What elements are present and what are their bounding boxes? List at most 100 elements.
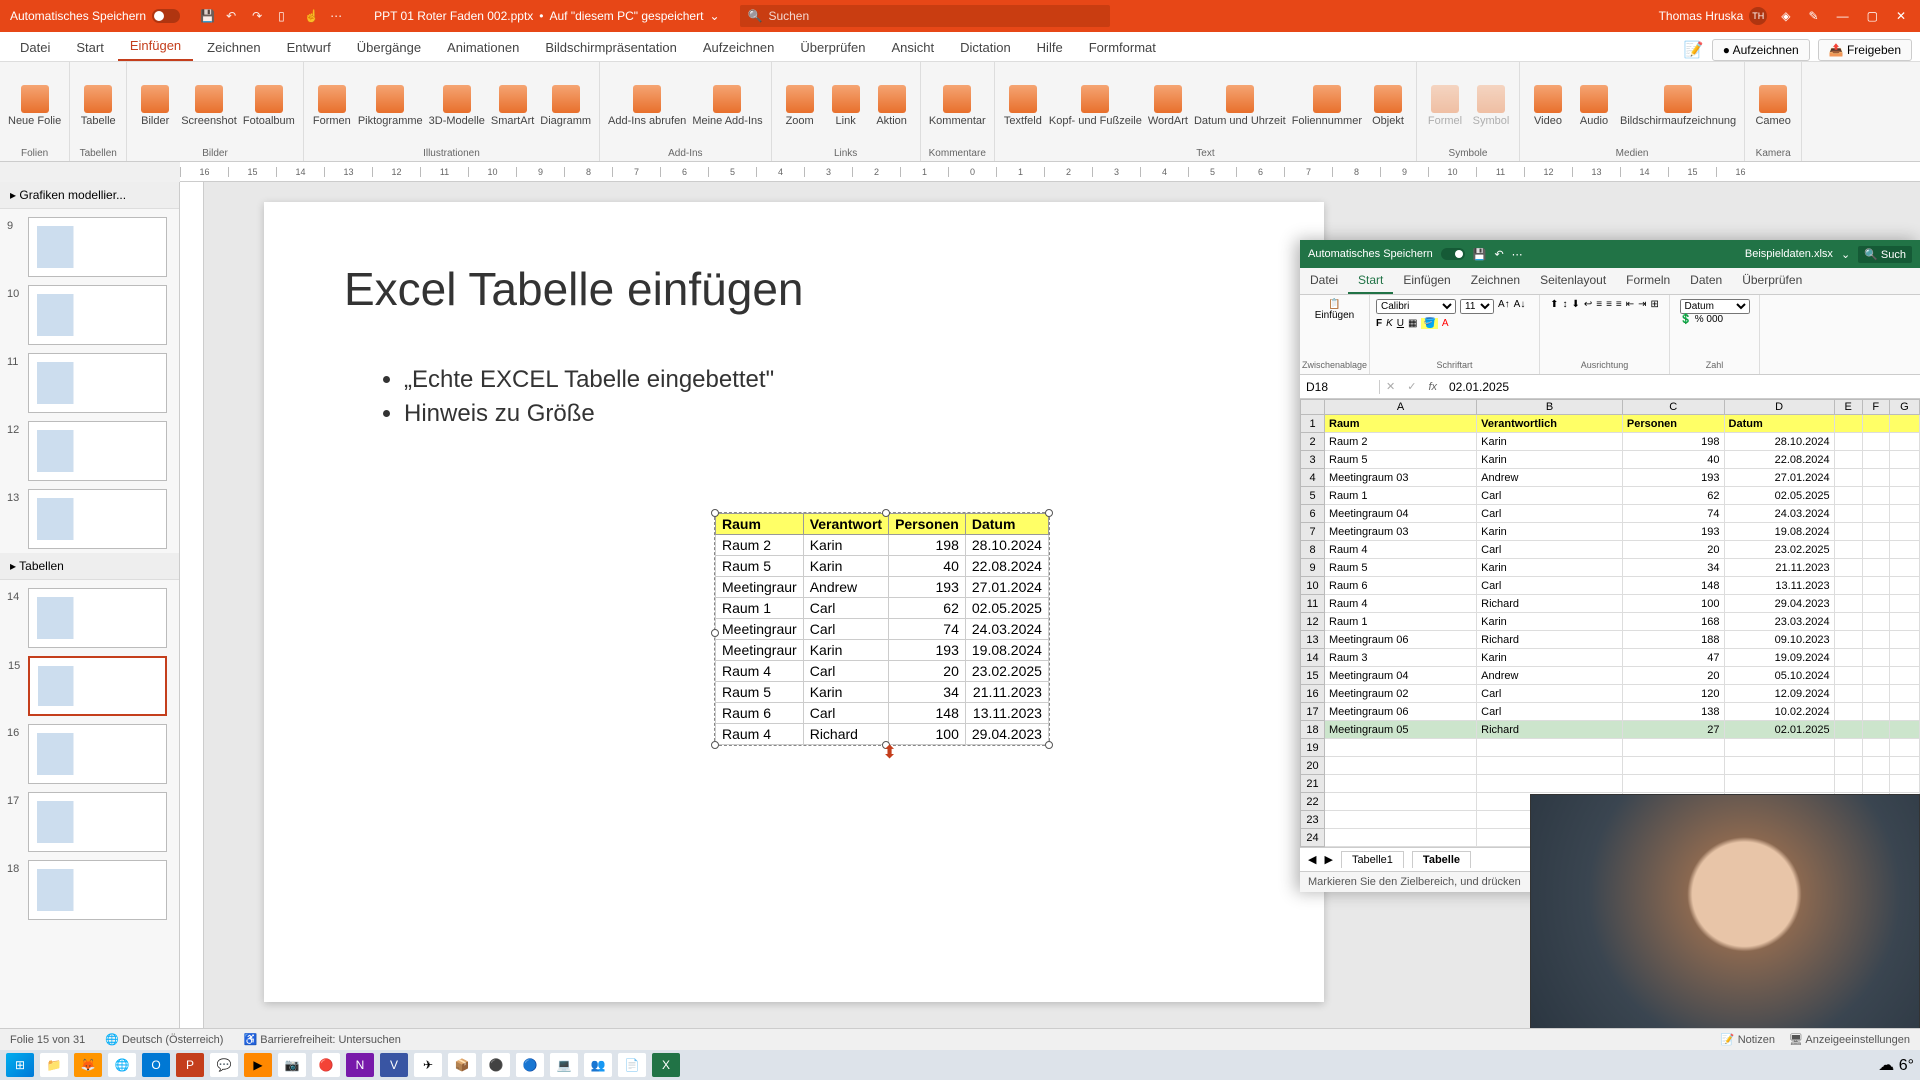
ribbon-button[interactable]: Diagramm [540,85,591,127]
chrome-icon[interactable]: 🌐 [108,1053,136,1077]
chevron-down-icon[interactable]: ⌄ [1841,248,1850,261]
ribbon-tab[interactable]: Animationen [435,34,531,61]
app-icon[interactable]: 💻 [550,1053,578,1077]
app-icon[interactable]: 💬 [210,1053,238,1077]
ribbon-button[interactable]: SmartArt [491,85,534,127]
start-button[interactable]: ⊞ [6,1053,34,1077]
excel-ribbon-tab[interactable]: Einfügen [1393,268,1460,294]
app-icon[interactable]: 👥 [584,1053,612,1077]
record-button[interactable]: ● Aufzeichnen [1712,39,1810,61]
resize-handle[interactable] [711,741,719,749]
autosave-toggle[interactable]: Automatisches Speichern [0,9,190,23]
app-icon[interactable]: ⚫ [482,1053,510,1077]
undo-icon[interactable]: ↶ [1494,248,1503,261]
collapse-ribbon-icon[interactable]: 📝 [1684,40,1704,60]
ribbon-button[interactable]: Video [1528,85,1568,127]
weather-widget[interactable]: ☁ 6° [1878,1055,1914,1075]
ribbon-tab[interactable]: Ansicht [879,34,946,61]
slide-thumbnail[interactable]: 11 [28,353,167,413]
ribbon-button[interactable]: Screenshot [181,85,237,127]
slide-thumbnail[interactable]: 12 [28,421,167,481]
slide-thumbnail[interactable]: 16 [28,724,167,784]
ribbon-button[interactable]: Tabelle [78,85,118,127]
currency-icon[interactable]: 💲 [1680,314,1692,325]
ribbon-button[interactable]: Foliennummer [1292,85,1362,127]
accessibility-check[interactable]: ♿ Barrierefreiheit: Untersuchen [243,1033,400,1046]
pen-icon[interactable]: ✎ [1809,9,1819,23]
user-account[interactable]: Thomas Hruska TH [1659,7,1768,25]
merge-icon[interactable]: ⊞ [1651,299,1659,310]
ribbon-button[interactable]: Fotoalbum [243,85,295,127]
slide-thumbnail[interactable]: 14 [28,588,167,648]
slide-bullets[interactable]: „Echte EXCEL Tabelle eingebettet" Hinwei… [404,366,1244,428]
redo-icon[interactable]: ⋯ [1512,248,1523,261]
language-indicator[interactable]: 🌐 Deutsch (Österreich) [105,1033,223,1046]
ribbon-tab[interactable]: Hilfe [1025,34,1075,61]
app-icon[interactable]: 📦 [448,1053,476,1077]
ribbon-button[interactable]: Bilder [135,85,175,127]
align-mid-icon[interactable]: ↕ [1562,299,1567,310]
ribbon-tab[interactable]: Übergänge [345,34,433,61]
close-icon[interactable]: ✕ [1896,9,1906,23]
align-top-icon[interactable]: ⬆ [1550,299,1558,310]
onenote-icon[interactable]: N [346,1053,374,1077]
ribbon-button[interactable]: Kommentar [929,85,986,127]
resize-handle[interactable] [711,509,719,517]
excel-ribbon-tab[interactable]: Seitenlayout [1530,268,1616,294]
ribbon-button[interactable]: Formen [312,85,352,127]
sheet-nav-prev-icon[interactable]: ▶ [1324,853,1332,866]
excel-ribbon-tab[interactable]: Formeln [1616,268,1680,294]
slide-thumbnail[interactable]: 10 [28,285,167,345]
excel-ribbon-tab[interactable]: Datei [1300,268,1348,294]
sheet-tab[interactable]: Tabelle1 [1341,851,1404,868]
explorer-icon[interactable]: 📁 [40,1053,68,1077]
border-icon[interactable]: ▦ [1408,318,1417,329]
minimize-icon[interactable]: — [1837,9,1849,23]
more-icon[interactable]: ⋯ [330,9,344,23]
redo-icon[interactable]: ↷ [252,9,266,23]
notes-toggle[interactable]: 📝 Notizen [1721,1033,1775,1046]
touch-icon[interactable]: ☝ [304,9,318,23]
fontsize-select[interactable]: 11 [1460,299,1494,314]
font-color-icon[interactable]: A [1442,318,1449,329]
excel-grid[interactable]: ABCDEFG1RaumVerantwortlichPersonenDatum2… [1300,399,1920,847]
ribbon-tab[interactable]: Entwurf [275,34,343,61]
resize-handle[interactable] [1045,741,1053,749]
resize-handle[interactable] [1045,509,1053,517]
windows-taskbar[interactable]: ⊞ 📁 🦊 🌐 O P 💬 ▶ 📷 🔴 N V ✈ 📦 ⚫ 🔵 💻 👥 📄 X … [0,1050,1920,1080]
slide-counter[interactable]: Folie 15 von 31 [10,1034,85,1046]
align-bot-icon[interactable]: ⬇ [1571,299,1579,310]
align-right-icon[interactable]: ≡ [1616,299,1622,310]
slide-thumbnail[interactable]: 9 [28,217,167,277]
ribbon-tab[interactable]: Bildschirmpräsentation [533,34,689,61]
paste-button[interactable]: 📋Einfügen [1315,299,1354,321]
ribbon-button[interactable]: Textfeld [1003,85,1043,127]
ribbon-button[interactable]: 3D-Modelle [429,85,485,127]
ribbon-button[interactable]: Kopf- und Fußzeile [1049,85,1142,127]
ribbon-tab[interactable]: Aufzeichnen [691,34,787,61]
underline-icon[interactable]: U [1397,318,1404,329]
slideshow-icon[interactable]: ▯ [278,9,292,23]
excel-ribbon-tab[interactable]: Überprüfen [1732,268,1812,294]
undo-icon[interactable]: ↶ [226,9,240,23]
outlook-icon[interactable]: O [142,1053,170,1077]
comma-icon[interactable]: 000 [1706,314,1723,325]
slide-thumbnail[interactable]: 15 [28,656,167,716]
search-input[interactable]: 🔍 Suchen [740,5,1110,27]
decrease-font-icon[interactable]: A↓ [1514,299,1526,314]
ribbon-tab[interactable]: Zeichnen [195,34,272,61]
app-icon[interactable]: 🔵 [516,1053,544,1077]
save-icon[interactable]: 💾 [200,9,214,23]
ribbon-button[interactable]: WordArt [1148,85,1188,127]
ribbon-button[interactable]: Zoom [780,85,820,127]
share-button[interactable]: 📤 Freigeben [1818,39,1912,61]
ribbon-button[interactable]: Cameo [1753,85,1793,127]
ribbon-button[interactable]: Objekt [1368,85,1408,127]
ribbon-button[interactable]: Piktogramme [358,85,423,127]
ribbon-button[interactable]: Datum und Uhrzeit [1194,85,1286,127]
name-box[interactable]: D18 [1300,380,1380,394]
ribbon-button[interactable]: Formel [1425,85,1465,127]
wrap-icon[interactable]: ↩ [1584,299,1592,310]
ribbon-button[interactable]: Add-Ins abrufen [608,85,686,127]
ribbon-tab[interactable]: Einfügen [118,32,193,61]
